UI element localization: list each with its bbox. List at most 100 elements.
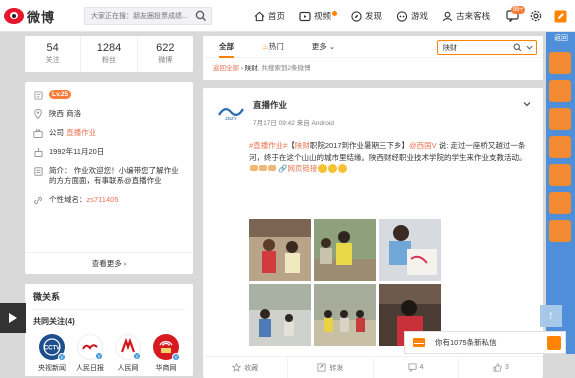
company-link[interactable]: 直播作业: [66, 128, 96, 138]
nav-video[interactable]: 视频: [299, 10, 338, 22]
comment-count: 4: [419, 364, 424, 371]
post-photo[interactable]: [314, 219, 376, 281]
side-app-icon[interactable]: [549, 52, 571, 74]
favorite-button[interactable]: 收藏: [203, 357, 289, 378]
side-app-icon[interactable]: [549, 136, 571, 158]
stat-posts-label: 微博: [158, 57, 173, 64]
stat-followers-count: 1284: [96, 42, 122, 54]
nav-video-label: 视频: [314, 11, 332, 21]
tab-all-label: 全部: [219, 41, 234, 51]
stat-followers-label: 粉丝: [101, 57, 116, 64]
mention-link[interactable]: @西国V: [409, 141, 437, 150]
star-icon: [232, 363, 242, 372]
nav-game[interactable]: 游戏: [396, 10, 428, 22]
tab-more[interactable]: 更多 ⌄: [312, 36, 335, 58]
tab-all[interactable]: 全部: [219, 36, 234, 58]
post-timestamp[interactable]: 7月17日 09:42 来自 Android: [253, 117, 334, 127]
side-app-icon[interactable]: [549, 108, 571, 130]
side-app-icon[interactable]: [549, 164, 571, 186]
hashtag-link[interactable]: #直播作业#: [249, 141, 287, 150]
home-icon: [254, 11, 265, 21]
search-icon[interactable]: [195, 10, 207, 22]
intro-row: 简介： 作业欢迎您！小编带您了解作业的方方面面，有事联系@直播作业: [33, 166, 185, 186]
repost-button[interactable]: 转发: [288, 357, 374, 378]
web-link[interactable]: 🔗网页链接: [278, 164, 317, 173]
compose-button[interactable]: [550, 6, 570, 26]
compass-icon: [351, 10, 362, 22]
post-photo[interactable]: [249, 219, 311, 281]
video-play-button[interactable]: [0, 303, 26, 333]
game-icon: [396, 10, 408, 22]
feed-filter-card: 全部 ♨热门 更多 ⌄ 返回全部 › 陕财, 共搜索到2条微博: [203, 36, 543, 80]
post-text: #直播作业#【陕财职院2017到作业暑期三下乡】@西国V 说: 走过一座桥又越过…: [249, 140, 531, 175]
relations-title: 微关系: [33, 290, 185, 310]
view-more-link[interactable]: 查看更多 ›: [25, 252, 193, 274]
common-follow-label[interactable]: 共同关注(4): [33, 316, 185, 327]
stat-following-count: 54: [46, 42, 59, 54]
post-photo[interactable]: [249, 284, 311, 346]
user-icon: [442, 11, 453, 21]
side-app-icon[interactable]: [549, 220, 571, 242]
location-row: 陕西 商洛: [33, 109, 185, 119]
verified-badge: V: [58, 353, 66, 361]
stat-following-label: 关注: [45, 57, 60, 64]
post-photo[interactable]: [379, 219, 441, 281]
stat-following[interactable]: 54 关注: [25, 36, 82, 72]
intro-text: 简介： 作业欢迎您！小编带您了解作业的方方面面，有事联系@直播作业: [49, 166, 179, 185]
side-app-icon[interactable]: [549, 192, 571, 214]
stat-followers[interactable]: 1284 粉丝: [81, 36, 138, 72]
laughing-emoji-icon: [327, 164, 337, 173]
level-badge[interactable]: Lv.25: [49, 90, 72, 99]
chevron-down-icon: [523, 102, 531, 107]
chevron-down-icon[interactable]: [526, 44, 533, 51]
chevron-down-icon: ⌄: [328, 41, 336, 51]
verified-badge: V: [172, 353, 180, 361]
top-nav-bar: 微博 首页 视频 发现 游戏 古来客栈: [0, 0, 575, 32]
nav-home[interactable]: 首页: [254, 10, 285, 22]
weibo-logo[interactable]: 微博: [4, 7, 55, 25]
post-actions: 收藏 转发 4 3: [203, 356, 543, 378]
back-to-all-link[interactable]: 返回全部: [213, 65, 239, 72]
settings-button[interactable]: [526, 6, 546, 26]
post-photo[interactable]: [314, 284, 376, 346]
brand-wordmark: 微博: [27, 9, 56, 25]
nav-discover[interactable]: 发现: [351, 10, 382, 22]
main-nav: 首页 视频 发现 游戏 古来客栈: [254, 0, 504, 32]
global-search-input[interactable]: [85, 8, 189, 24]
web-link-label: 网页链接: [287, 164, 318, 173]
feed-search-input[interactable]: [438, 41, 508, 54]
favorite-label: 收藏: [244, 364, 259, 372]
tab-hot[interactable]: ♨热门: [262, 36, 284, 58]
nav-game-label: 游戏: [411, 11, 429, 21]
nav-user[interactable]: 古来客栈: [442, 10, 490, 22]
stat-posts[interactable]: 622 微博: [138, 36, 193, 72]
clap-emoji-icon: [258, 165, 267, 171]
like-button[interactable]: 3: [459, 357, 543, 378]
side-app-icon[interactable]: [549, 80, 571, 102]
level-row: Lv.25: [33, 90, 185, 100]
search-icon[interactable]: [513, 43, 522, 52]
post-text-keyword: 陕财: [294, 141, 310, 150]
private-message-bar[interactable]: 你有1075条新私信: [404, 331, 566, 354]
chat-icon[interactable]: [547, 336, 561, 350]
svg-text:CCTV: CCTV: [44, 346, 60, 352]
search-result-count: 共搜索到2条微博: [261, 65, 311, 72]
laughing-emoji-icon: [317, 164, 327, 173]
global-search: [84, 7, 212, 25]
post-text-part-a: 职院2017到作业暑期三下乡】: [309, 141, 410, 150]
birthday-row: 1992年11月20日: [33, 147, 185, 157]
back-tab[interactable]: 返回: [547, 32, 575, 45]
nav-user-label: 古来客栈: [456, 11, 491, 21]
comment-button[interactable]: 4: [374, 357, 459, 378]
post-author-avatar[interactable]: ZBZY: [217, 98, 245, 126]
post-menu-button[interactable]: [523, 100, 531, 109]
domain-link[interactable]: zs711405: [87, 195, 119, 205]
gear-icon: [530, 10, 542, 22]
post-author-name[interactable]: 直播作业: [253, 99, 334, 111]
messages-button[interactable]: 99+: [502, 6, 525, 26]
clap-emoji-icon: [249, 165, 258, 171]
svg-text:ZBZY: ZBZY: [225, 116, 237, 121]
profile-sidebar: 54 关注 1284 粉丝 622 微博 Lv.25 陕西 商洛 公司 直播作业…: [25, 36, 193, 376]
link-icon: [34, 196, 42, 204]
scroll-to-top-button[interactable]: ↑: [540, 305, 562, 327]
